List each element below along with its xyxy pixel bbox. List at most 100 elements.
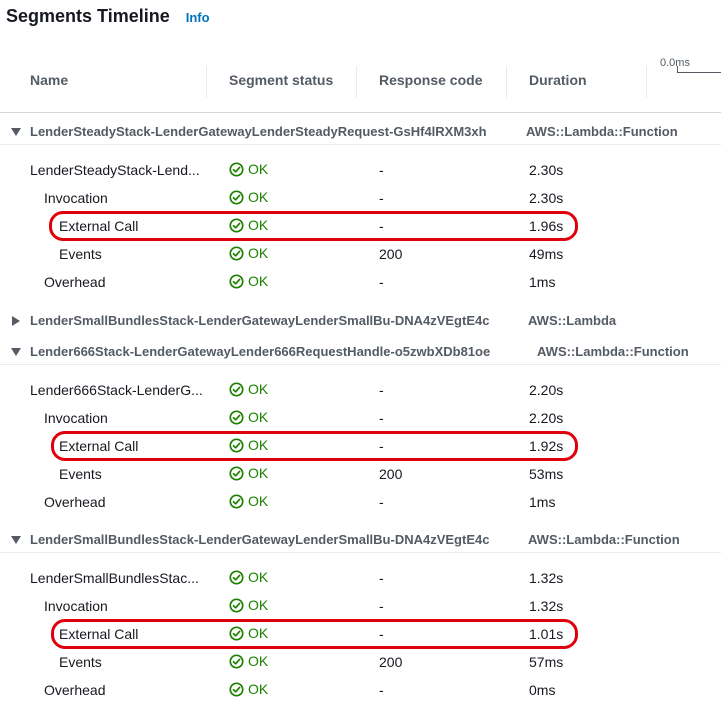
response-code: 200 [379, 246, 403, 262]
segment-group-name[interactable]: LenderSmallBundlesStack-LenderGatewayLen… [30, 532, 489, 547]
segment-name[interactable]: Overhead [44, 682, 105, 698]
segment-row[interactable]: Events OK 200 53ms [0, 460, 721, 488]
segment-row[interactable]: Lender666Stack-LenderG... OK - 2.20s [0, 376, 721, 404]
segment-status: OK [229, 189, 268, 205]
segment-group-header[interactable]: LenderSmallBundlesStack-LenderGatewayLen… [0, 528, 721, 553]
segment-group-name[interactable]: Lender666Stack-LenderGatewayLender666Req… [30, 344, 490, 359]
status-label: OK [248, 465, 269, 481]
duration-value: 2.30s [529, 162, 564, 178]
caret-right-icon[interactable] [12, 316, 20, 326]
status-label: OK [248, 653, 269, 669]
segment-status: OK [229, 465, 268, 481]
segment-name[interactable]: Events [59, 466, 102, 482]
duration-value: 1.32s [529, 570, 564, 586]
status-label: OK [248, 245, 269, 261]
response-code: - [379, 682, 384, 698]
segment-name[interactable]: Invocation [44, 410, 108, 426]
segment-status: OK [229, 409, 268, 425]
segment-row[interactable]: Invocation OK - 2.30s [0, 184, 721, 212]
segment-row[interactable]: LenderSteadyStack-Lend... OK - 2.30s [0, 156, 721, 184]
segment-group-header[interactable]: LenderSmallBundlesStack-LenderGatewayLen… [0, 309, 721, 333]
status-label: OK [248, 189, 269, 205]
segment-group-header[interactable]: Lender666Stack-LenderGatewayLender666Req… [0, 340, 721, 365]
column-header-response-code[interactable]: Response code [379, 72, 482, 88]
segment-row[interactable]: Overhead OK - 0ms [0, 676, 721, 704]
highlight-annotation [51, 619, 578, 649]
check-circle-icon [229, 465, 248, 481]
segment-name[interactable]: Invocation [44, 598, 108, 614]
duration-value: 2.30s [529, 190, 564, 206]
duration-value: 57ms [529, 654, 564, 670]
response-code: - [379, 162, 384, 178]
segment-group-type: AWS::Lambda::Function [528, 532, 680, 547]
column-header-name[interactable]: Name [30, 72, 68, 88]
segment-row[interactable]: Invocation OK - 2.20s [0, 404, 721, 432]
response-code: 200 [379, 466, 403, 482]
segment-group-header[interactable]: LenderSteadyStack-LenderGatewayLenderSte… [0, 120, 721, 145]
column-divider[interactable] [206, 66, 207, 98]
segment-name[interactable]: Lender666Stack-LenderG... [30, 382, 203, 398]
duration-value: 2.20s [529, 382, 564, 398]
caret-down-icon[interactable] [11, 348, 21, 356]
segment-name[interactable]: LenderSmallBundlesStac... [30, 570, 199, 586]
response-code: - [379, 410, 384, 426]
timeline-scale-line [677, 72, 721, 73]
duration-value: 0ms [529, 682, 556, 698]
response-code: - [379, 494, 384, 510]
segment-status: OK [229, 161, 268, 177]
duration-value: 1ms [529, 274, 556, 290]
segment-row[interactable]: Overhead OK - 1ms [0, 268, 721, 296]
segment-status: OK [229, 493, 268, 509]
segment-name[interactable]: LenderSteadyStack-Lend... [30, 162, 200, 178]
segment-group-name[interactable]: LenderSmallBundlesStack-LenderGatewayLen… [30, 313, 489, 328]
check-circle-icon [229, 409, 248, 425]
segment-status: OK [229, 273, 268, 289]
column-divider[interactable] [646, 66, 647, 98]
segment-status: OK [229, 569, 268, 585]
response-code: - [379, 274, 384, 290]
timeline-scale-label: 0.0ms [660, 57, 690, 69]
duration-value: 2.20s [529, 410, 564, 426]
check-circle-icon [229, 161, 248, 177]
segment-group-type: AWS::Lambda::Function [526, 124, 678, 139]
duration-value: 49ms [529, 246, 564, 262]
segment-row[interactable]: Invocation OK - 1.32s [0, 592, 721, 620]
status-label: OK [248, 273, 269, 289]
column-divider[interactable] [506, 66, 507, 98]
check-circle-icon [229, 681, 248, 697]
response-code: - [379, 570, 384, 586]
segment-status: OK [229, 381, 268, 397]
segment-row[interactable]: Overhead OK - 1ms [0, 488, 721, 516]
page-title: Segments Timeline [6, 6, 170, 26]
segment-row[interactable]: LenderSmallBundlesStac... OK - 1.32s [0, 564, 721, 592]
caret-down-icon[interactable] [11, 128, 21, 136]
status-label: OK [248, 409, 269, 425]
segment-name[interactable]: Events [59, 654, 102, 670]
page-header: Segments Timeline Info [6, 6, 210, 30]
caret-down-icon[interactable] [11, 536, 21, 544]
highlight-annotation [51, 431, 578, 461]
column-divider[interactable] [356, 66, 357, 98]
check-circle-icon [229, 245, 248, 261]
column-header-duration[interactable]: Duration [529, 72, 587, 88]
column-header-status[interactable]: Segment status [229, 72, 333, 88]
segment-name[interactable]: Overhead [44, 274, 105, 290]
check-circle-icon [229, 273, 248, 289]
status-label: OK [248, 161, 269, 177]
segment-row[interactable]: Events OK 200 57ms [0, 648, 721, 676]
status-label: OK [248, 597, 269, 613]
highlight-annotation [49, 211, 578, 241]
segment-name[interactable]: Events [59, 246, 102, 262]
check-circle-icon [229, 597, 248, 613]
info-link[interactable]: Info [186, 10, 210, 25]
status-label: OK [248, 681, 269, 697]
check-circle-icon [229, 653, 248, 669]
segment-row[interactable]: Events OK 200 49ms [0, 240, 721, 268]
segment-name[interactable]: Overhead [44, 494, 105, 510]
segment-status: OK [229, 245, 268, 261]
segment-name[interactable]: Invocation [44, 190, 108, 206]
status-label: OK [248, 493, 269, 509]
segment-group-name[interactable]: LenderSteadyStack-LenderGatewayLenderSte… [30, 124, 487, 139]
check-circle-icon [229, 493, 248, 509]
duration-value: 1.32s [529, 598, 564, 614]
